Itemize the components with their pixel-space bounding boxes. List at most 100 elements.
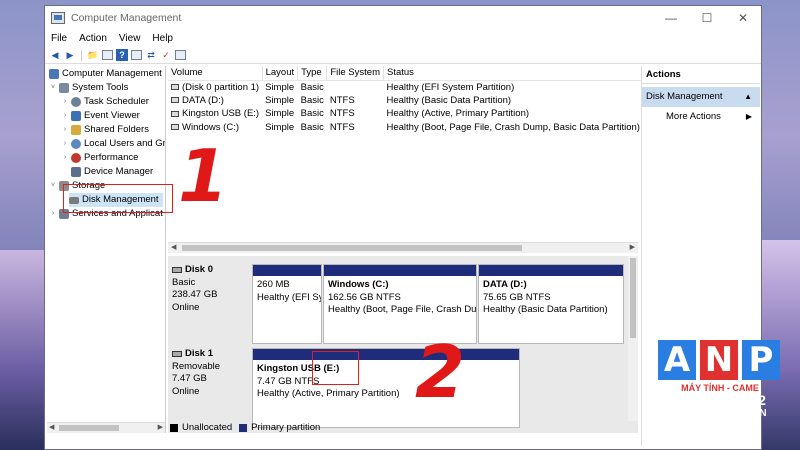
chevron-right-icon[interactable]: › <box>61 123 69 137</box>
title-bar: Computer Management — ☐ ✕ <box>45 6 761 30</box>
column-status[interactable]: Status <box>383 66 644 81</box>
volume-icon <box>171 83 179 90</box>
annotation-box-disk-management <box>63 184 173 213</box>
partition-efi[interactable]: 260 MB Healthy (EFI Sy <box>252 264 322 344</box>
disk-vertical-scrollbar[interactable] <box>628 256 638 421</box>
tree-item-local-users[interactable]: › Local Users and Gro <box>61 137 165 151</box>
layout-cell: Simple <box>265 108 295 120</box>
help-icon[interactable]: ? <box>116 49 128 61</box>
logo-letter-n: N <box>700 340 738 380</box>
disk-graphical-pane: Disk 0 Basic 238.47 GB Online 260 MB Hea… <box>168 256 638 433</box>
table-row[interactable]: DATA (D:) Simple Basic NTFS Healthy (Bas… <box>168 94 643 108</box>
computer-management-window: Computer Management — ☐ ✕ File Action Vi… <box>44 5 762 450</box>
properties-icon[interactable] <box>131 50 142 60</box>
maximize-button[interactable]: ☐ <box>689 11 725 25</box>
disk-0-info[interactable]: Disk 0 Basic 238.47 GB Online <box>172 264 250 314</box>
volume-cell: Windows (C:) <box>168 121 262 135</box>
window-title: Computer Management <box>71 12 182 24</box>
type-cell: Basic <box>300 81 324 93</box>
more-actions-item[interactable]: More Actions ▶ <box>642 107 760 127</box>
menu-file[interactable]: File <box>51 33 67 44</box>
chevron-right-icon[interactable]: › <box>61 95 69 109</box>
column-file-system[interactable]: File System <box>326 66 384 81</box>
type-cell: Basic <box>300 94 324 106</box>
volume-name: DATA (D:) <box>182 94 224 106</box>
logo-letters: A N P <box>658 340 782 380</box>
partition-status: Healthy (Boot, Page File, Crash Dur <box>328 304 477 315</box>
tree-horizontal-scrollbar[interactable]: ◀ ▶ <box>47 422 165 433</box>
chevron-right-icon[interactable]: › <box>61 109 69 123</box>
logo-tagline: MÁY TÍNH - CAME <box>681 383 759 393</box>
tools-icon <box>59 83 69 93</box>
scroll-thumb[interactable] <box>59 425 119 431</box>
chevron-right-icon[interactable]: › <box>61 137 69 151</box>
folder-icon <box>71 125 81 135</box>
disk-name: Disk 0 <box>172 264 250 277</box>
navigation-tree: Computer Management ˅ System Tools › Tas… <box>47 66 166 433</box>
disk-size: 238.47 GB <box>172 289 218 300</box>
menu-bar: File Action View Help <box>45 30 761 47</box>
legend-label: Unallocated <box>182 422 233 433</box>
disk-size: 7.47 GB <box>172 373 207 384</box>
forward-arrow-icon[interactable]: ▶ <box>64 49 76 61</box>
partition-size: 7.47 GB NTFS <box>257 375 320 387</box>
logo-phone: 098 772 0 772 <box>673 393 767 408</box>
back-arrow-icon[interactable]: ◀ <box>49 49 61 61</box>
partition-bar <box>479 265 623 276</box>
tree-item-computer-management[interactable]: Computer Management <box>49 67 162 81</box>
tree-item-performance[interactable]: › Performance <box>61 151 138 165</box>
scroll-right-icon[interactable]: ▶ <box>630 243 635 251</box>
annotation-step-1: 1 <box>178 134 229 218</box>
menu-help[interactable]: Help <box>152 33 173 44</box>
minimize-button[interactable]: — <box>653 11 689 25</box>
tree-item-label: Task Scheduler <box>84 96 149 107</box>
column-type[interactable]: Type <box>297 66 328 81</box>
tree-item-event-viewer[interactable]: › Event Viewer <box>61 109 140 123</box>
scroll-left-icon[interactable]: ◀ <box>49 423 54 431</box>
table-row[interactable]: Windows (C:) Simple Basic NTFS Healthy (… <box>168 121 643 135</box>
menu-view[interactable]: View <box>119 33 141 44</box>
tree-item-system-tools[interactable]: ˅ System Tools <box>49 81 128 95</box>
collapse-up-icon[interactable]: ▲ <box>744 87 752 107</box>
disk-legend: Unallocated Primary partition <box>170 422 320 433</box>
table-row[interactable]: Kingston USB (E:) Simple Basic NTFS Heal… <box>168 107 643 121</box>
menu-action[interactable]: Action <box>79 33 107 44</box>
show-hide-tree-icon[interactable] <box>102 50 113 60</box>
tree-item-label: Performance <box>84 152 139 163</box>
tree-item-shared-folders[interactable]: › Shared Folders <box>61 123 149 137</box>
check-icon[interactable]: ✓ <box>160 49 172 61</box>
desktop-background-left <box>0 250 48 450</box>
scroll-left-icon[interactable]: ◀ <box>171 243 176 251</box>
volume-name: Kingston USB (E:) <box>182 108 260 120</box>
disk-1-info[interactable]: Disk 1 Removable 7.47 GB Online <box>172 348 250 398</box>
chevron-down-icon[interactable]: ˅ <box>49 179 57 193</box>
export-icon[interactable] <box>175 50 186 60</box>
connect-icon[interactable]: ⇄ <box>145 49 157 61</box>
type-cell: Basic <box>300 108 324 120</box>
tree-item-device-manager[interactable]: Device Manager <box>61 165 153 179</box>
chevron-right-icon[interactable]: ▶ <box>746 107 752 127</box>
performance-icon <box>71 153 81 163</box>
close-button[interactable]: ✕ <box>725 11 761 25</box>
disk-type: Basic <box>172 276 196 288</box>
column-volume[interactable]: Volume <box>168 66 263 81</box>
up-folder-icon[interactable]: 📁 <box>87 49 99 61</box>
chevron-right-icon[interactable]: › <box>49 207 57 221</box>
disk-status: Online <box>172 385 200 397</box>
event-viewer-icon <box>71 111 81 121</box>
partition-kingston-e[interactable]: Kingston USB (E:) 7.47 GB NTFS Healthy (… <box>252 348 520 428</box>
annotation-step-2: 2 <box>415 330 466 414</box>
column-layout[interactable]: Layout <box>262 66 299 81</box>
volume-horizontal-scrollbar[interactable]: ◀ ▶ <box>168 242 638 253</box>
chevron-right-icon[interactable]: › <box>61 151 69 165</box>
volume-cell: Kingston USB (E:) <box>168 107 262 121</box>
volume-name: Windows (C:) <box>182 121 240 133</box>
scroll-right-icon[interactable]: ▶ <box>158 423 163 431</box>
table-row[interactable]: (Disk 0 partition 1) Simple Basic Health… <box>168 80 643 94</box>
partition-data-d[interactable]: DATA (D:) 75.65 GB NTFS Healthy (Basic D… <box>478 264 624 344</box>
actions-section-disk-management[interactable]: Disk Management ▲ <box>642 87 760 107</box>
chevron-down-icon[interactable]: ˅ <box>49 81 57 95</box>
scroll-thumb[interactable] <box>630 258 636 338</box>
scroll-thumb[interactable] <box>182 245 522 251</box>
tree-item-task-scheduler[interactable]: › Task Scheduler <box>61 95 149 109</box>
